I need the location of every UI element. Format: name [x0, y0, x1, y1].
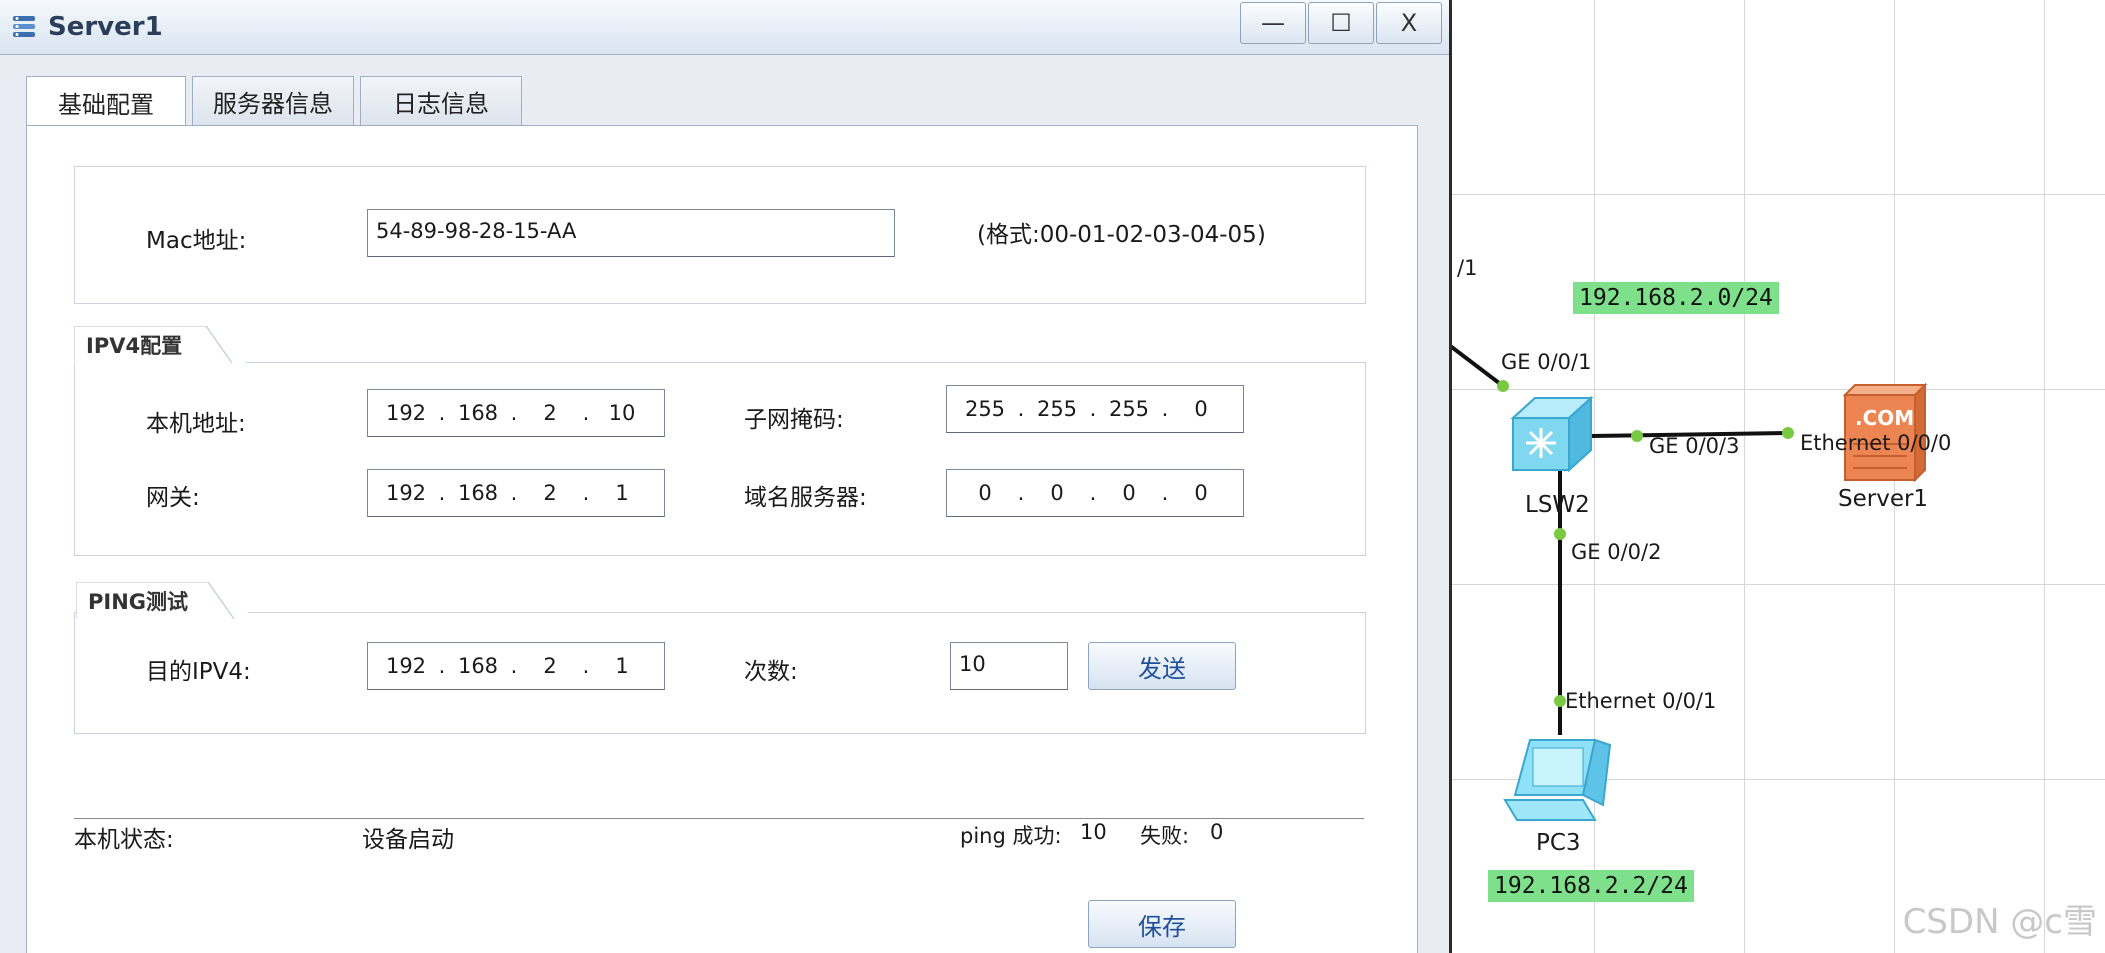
ip-octet: 2 — [543, 481, 557, 505]
close-icon: X — [1400, 9, 1418, 37]
ip-octet: 0 — [1194, 397, 1208, 421]
tab-server-info[interactable]: 服务器信息 — [192, 76, 354, 125]
pc-icon[interactable] — [1503, 738, 1612, 821]
title-bar[interactable]: Server1 — ☐ X — [0, 0, 1449, 55]
ip-octet: 255 — [1108, 397, 1150, 421]
close-button[interactable]: X — [1376, 2, 1442, 44]
tab-bar: 基础配置 服务器信息 日志信息 — [26, 76, 528, 127]
ping-group-title-text: PING测试 — [88, 590, 189, 614]
pc-port-label: Ethernet 0/0/1 — [1565, 689, 1717, 713]
dns-server-label: 域名服务器: — [744, 485, 867, 511]
server-port-label: Ethernet 0/0/0 — [1800, 431, 1952, 455]
port-dot — [1782, 427, 1794, 439]
network-badge: 192.168.2.0/24 — [1573, 282, 1779, 314]
watermark: CSDN @c雪 — [1902, 902, 2097, 942]
subnet-mask-label: 子网掩码: — [744, 407, 844, 433]
dns-server-field[interactable]: 0. 0. 0. 0 — [946, 469, 1244, 517]
gateway-label: 网关: — [146, 485, 200, 511]
mac-address-field[interactable]: 54-89-98-28-15-AA — [367, 209, 895, 257]
mac-label: Mac地址: — [146, 228, 247, 254]
switch-port-label-ge003: GE 0/0/3 — [1649, 434, 1740, 458]
ip-octet: 192 — [385, 481, 427, 505]
ping-group-title: PING测试 — [76, 582, 248, 620]
ping-dest-field[interactable]: 192. 168. 2. 1 — [367, 642, 665, 690]
switch-port-label-ge001: GE 0/0/1 — [1501, 350, 1592, 374]
ping-fail-count: 0 — [1210, 820, 1224, 844]
ip-octet: 168 — [457, 654, 499, 678]
ip-octet: 192 — [385, 654, 427, 678]
ip-octet: 0 — [1122, 481, 1136, 505]
maximize-button[interactable]: ☐ — [1308, 2, 1374, 44]
screen: .COM /1 192.168.2.0/24 GE 0/0/1 GE 0/0/3… — [0, 0, 2105, 953]
port-dot — [1554, 528, 1566, 540]
ip-octet: 192 — [385, 401, 427, 425]
ipv4-group-title: IPV4配置 — [74, 326, 246, 364]
tab-log-info[interactable]: 日志信息 — [360, 76, 522, 125]
ip-octet: 255 — [1036, 397, 1078, 421]
ip-octet: 0 — [978, 481, 992, 505]
maximize-icon: ☐ — [1330, 9, 1352, 37]
switch-name: LSW2 — [1525, 492, 1590, 518]
send-ping-button[interactable]: 发送 — [1088, 642, 1236, 690]
ping-fail-label: 失败: — [1140, 824, 1190, 848]
host-address-label: 本机地址: — [146, 411, 246, 437]
topology-canvas[interactable]: .COM /1 192.168.2.0/24 GE 0/0/1 GE 0/0/3… — [1445, 0, 2105, 953]
window-controls: — ☐ X — [1238, 2, 1442, 44]
port-dot — [1631, 430, 1643, 442]
svg-text:.COM: .COM — [1855, 406, 1914, 430]
pc-ip-badge: 192.168.2.2/24 — [1488, 870, 1694, 902]
device-status-label: 本机状态: — [74, 827, 174, 853]
ping-count-label: 次数: — [744, 659, 798, 685]
host-address-field[interactable]: 192. 168. 2. 10 — [367, 389, 665, 437]
topology-links: .COM — [1445, 340, 1928, 821]
ip-octet: 255 — [964, 397, 1006, 421]
device-status-value: 设备启动 — [362, 827, 454, 853]
ip-octet: 2 — [543, 654, 557, 678]
server-name: Server1 — [1838, 486, 1929, 512]
ping-count-field[interactable]: 10 — [950, 642, 1068, 690]
window-title: Server1 — [48, 12, 163, 42]
server-app-icon — [13, 16, 35, 37]
ip-octet: 1 — [615, 654, 629, 678]
status-divider — [74, 818, 1364, 819]
ip-octet: 2 — [543, 401, 557, 425]
ip-octet: 10 — [608, 401, 636, 425]
switch-port-label-ge002: GE 0/0/2 — [1571, 540, 1662, 564]
server-config-window: Server1 — ☐ X 基础配置 服务器信息 日志信息 Mac地址: 54-… — [0, 0, 1452, 953]
subnet-mask-field[interactable]: 255. 255. 255. 0 — [946, 385, 1244, 433]
partial-port-label: /1 — [1457, 256, 1478, 280]
minimize-button[interactable]: — — [1240, 2, 1306, 44]
ip-octet: 168 — [457, 401, 499, 425]
minimize-icon: — — [1261, 9, 1285, 37]
port-dot — [1497, 380, 1509, 392]
mac-format-hint: (格式:00-01-02-03-04-05) — [977, 222, 1266, 248]
ipv4-group-title-text: IPV4配置 — [86, 334, 183, 358]
ip-octet: 0 — [1050, 481, 1064, 505]
ip-octet: 168 — [457, 481, 499, 505]
pc-name: PC3 — [1536, 830, 1581, 856]
save-button[interactable]: 保存 — [1088, 900, 1236, 948]
switch-icon[interactable] — [1510, 395, 1594, 473]
ping-dest-label: 目的IPV4: — [146, 659, 251, 685]
ping-success-label: ping 成功: — [960, 824, 1062, 848]
gateway-field[interactable]: 192. 168. 2. 1 — [367, 469, 665, 517]
tab-basic-config[interactable]: 基础配置 — [26, 76, 186, 127]
ip-octet: 0 — [1194, 481, 1208, 505]
ping-success-count: 10 — [1080, 820, 1107, 844]
ip-octet: 1 — [615, 481, 629, 505]
